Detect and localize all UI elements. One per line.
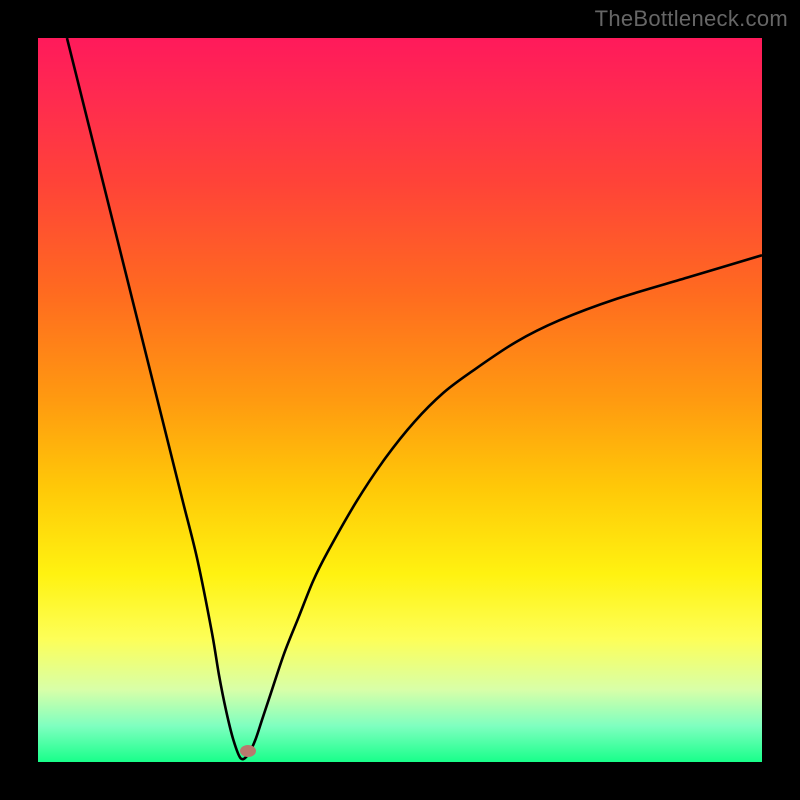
watermark-label: TheBottleneck.com	[595, 6, 788, 32]
plot-area	[38, 38, 762, 762]
optimal-point-marker	[240, 745, 256, 757]
chart-frame: TheBottleneck.com	[0, 0, 800, 800]
curve-line	[67, 38, 762, 759]
bottleneck-curve	[38, 38, 762, 762]
